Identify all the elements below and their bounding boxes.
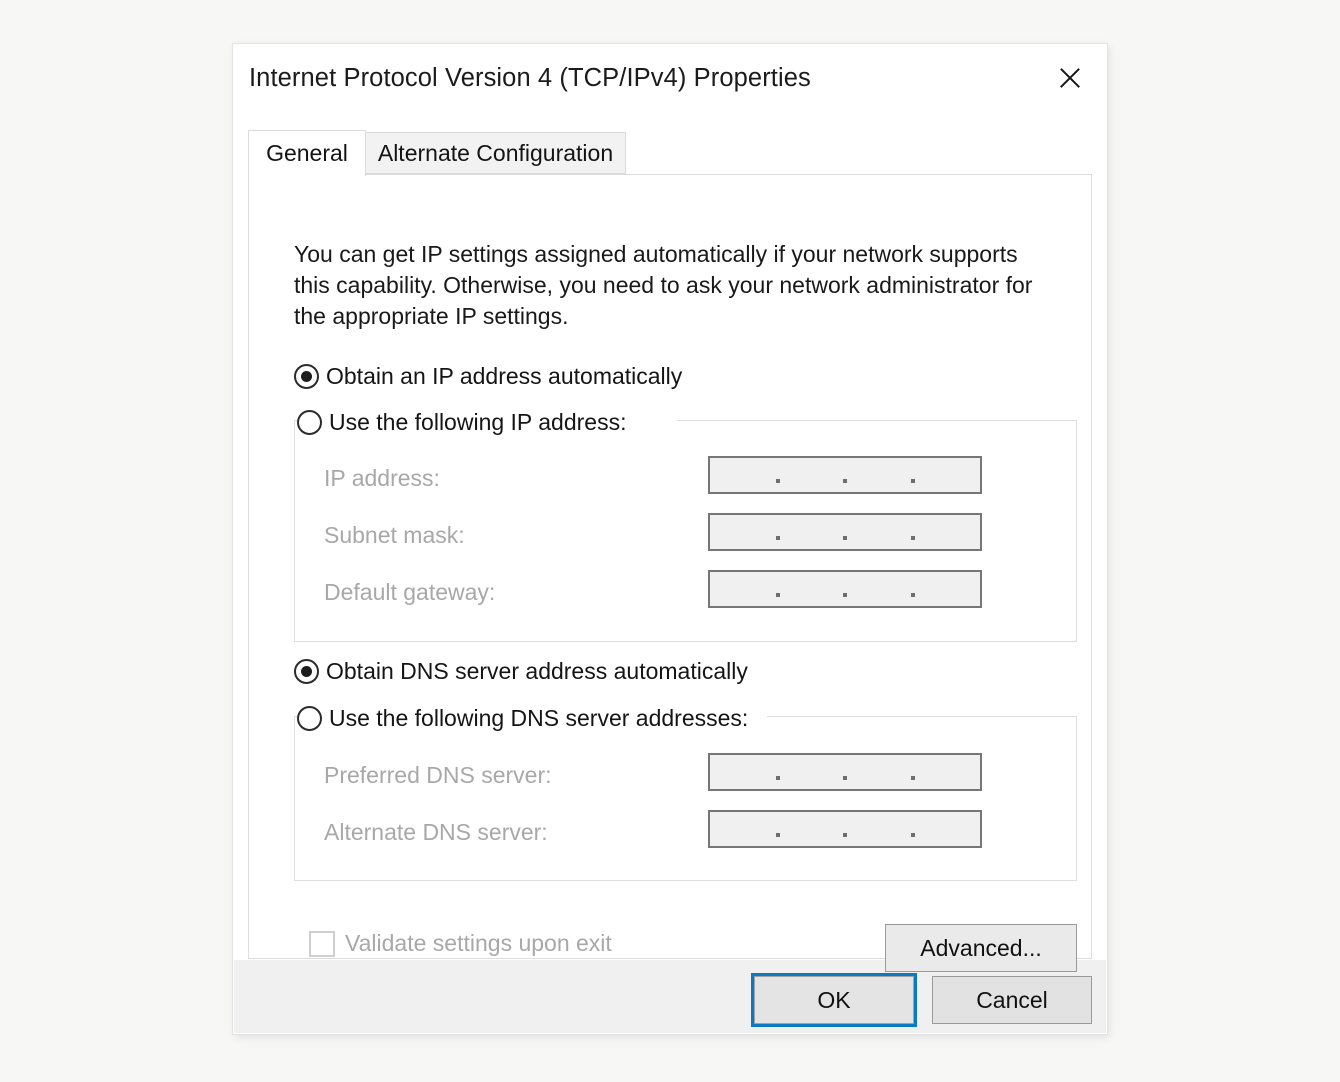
- input-preferred-dns-server[interactable]: [708, 753, 982, 791]
- label-subnet-mask: Subnet mask:: [324, 522, 465, 548]
- subnet-octet-2[interactable]: [778, 515, 847, 549]
- alternate-dns-octet-2[interactable]: [778, 812, 847, 846]
- preferred-dns-octet-4[interactable]: [913, 755, 981, 789]
- alternate-dns-octet-1[interactable]: [710, 812, 780, 846]
- ip-octet-1[interactable]: [710, 458, 780, 492]
- radio-use-following-ip-indicator: [297, 410, 322, 435]
- preferred-dns-octet-2[interactable]: [778, 755, 847, 789]
- label-alternate-dns-server: Alternate DNS server:: [324, 819, 548, 845]
- close-icon: [1057, 65, 1083, 91]
- advanced-button[interactable]: Advanced...: [885, 924, 1077, 972]
- radio-obtain-dns-automatically-label: Obtain DNS server address automatically: [326, 658, 748, 684]
- ipv4-properties-dialog: Internet Protocol Version 4 (TCP/IPv4) P…: [233, 44, 1107, 1034]
- ip-octet-4[interactable]: [913, 458, 981, 492]
- radio-use-following-dns[interactable]: Use the following DNS server addresses:: [297, 705, 748, 732]
- gateway-octet-2[interactable]: [778, 572, 847, 606]
- subnet-octet-1[interactable]: [710, 515, 780, 549]
- title-bar: Internet Protocol Version 4 (TCP/IPv4) P…: [233, 44, 1107, 112]
- preferred-dns-octet-3[interactable]: [845, 755, 915, 789]
- intro-text: You can get IP settings assigned automat…: [294, 241, 1033, 329]
- ip-octet-3[interactable]: [845, 458, 915, 492]
- checkbox-validate-settings-upon-exit[interactable]: Validate settings upon exit: [309, 930, 612, 957]
- radio-obtain-ip-automatically-label: Obtain an IP address automatically: [326, 363, 683, 389]
- gateway-octet-3[interactable]: [845, 572, 915, 606]
- radio-obtain-ip-automatically[interactable]: Obtain an IP address automatically: [294, 363, 682, 390]
- groupbox-static-dns: [294, 716, 1077, 881]
- label-preferred-dns-server: Preferred DNS server:: [324, 762, 552, 788]
- tab-general[interactable]: General: [248, 130, 366, 176]
- cancel-button[interactable]: Cancel: [932, 976, 1092, 1024]
- radio-use-following-dns-label: Use the following DNS server addresses:: [329, 705, 749, 731]
- input-ip-address[interactable]: [708, 456, 982, 494]
- gateway-octet-1[interactable]: [710, 572, 780, 606]
- preferred-dns-octet-1[interactable]: [710, 755, 780, 789]
- tab-alternate-configuration[interactable]: Alternate Configuration: [366, 132, 626, 174]
- radio-obtain-dns-automatically[interactable]: Obtain DNS server address automatically: [294, 658, 748, 685]
- radio-use-following-ip-label: Use the following IP address:: [329, 409, 627, 435]
- input-alternate-dns-server[interactable]: [708, 810, 982, 848]
- close-button[interactable]: [1033, 44, 1107, 112]
- alternate-dns-octet-4[interactable]: [913, 812, 981, 846]
- label-default-gateway: Default gateway:: [324, 579, 496, 605]
- radio-obtain-dns-automatically-indicator: [294, 659, 319, 684]
- input-default-gateway[interactable]: [708, 570, 982, 608]
- gateway-octet-4[interactable]: [913, 572, 981, 606]
- ip-octet-2[interactable]: [778, 458, 847, 492]
- tab-panel-general: You can get IP settings assigned automat…: [248, 174, 1092, 972]
- radio-use-following-dns-indicator: [297, 706, 322, 731]
- dialog-title: Internet Protocol Version 4 (TCP/IPv4) P…: [249, 64, 811, 92]
- subnet-octet-3[interactable]: [845, 515, 915, 549]
- alternate-dns-octet-3[interactable]: [845, 812, 915, 846]
- tab-strip: General Alternate Configuration: [248, 130, 1092, 176]
- checkbox-validate-settings-indicator: [309, 930, 335, 957]
- label-ip-address: IP address:: [324, 465, 440, 491]
- radio-use-following-ip[interactable]: Use the following IP address:: [297, 409, 626, 436]
- radio-obtain-ip-automatically-indicator: [294, 364, 319, 389]
- subnet-octet-4[interactable]: [913, 515, 981, 549]
- checkbox-validate-settings-label: Validate settings upon exit: [345, 930, 612, 956]
- ok-button[interactable]: OK: [751, 973, 917, 1027]
- input-subnet-mask[interactable]: [708, 513, 982, 551]
